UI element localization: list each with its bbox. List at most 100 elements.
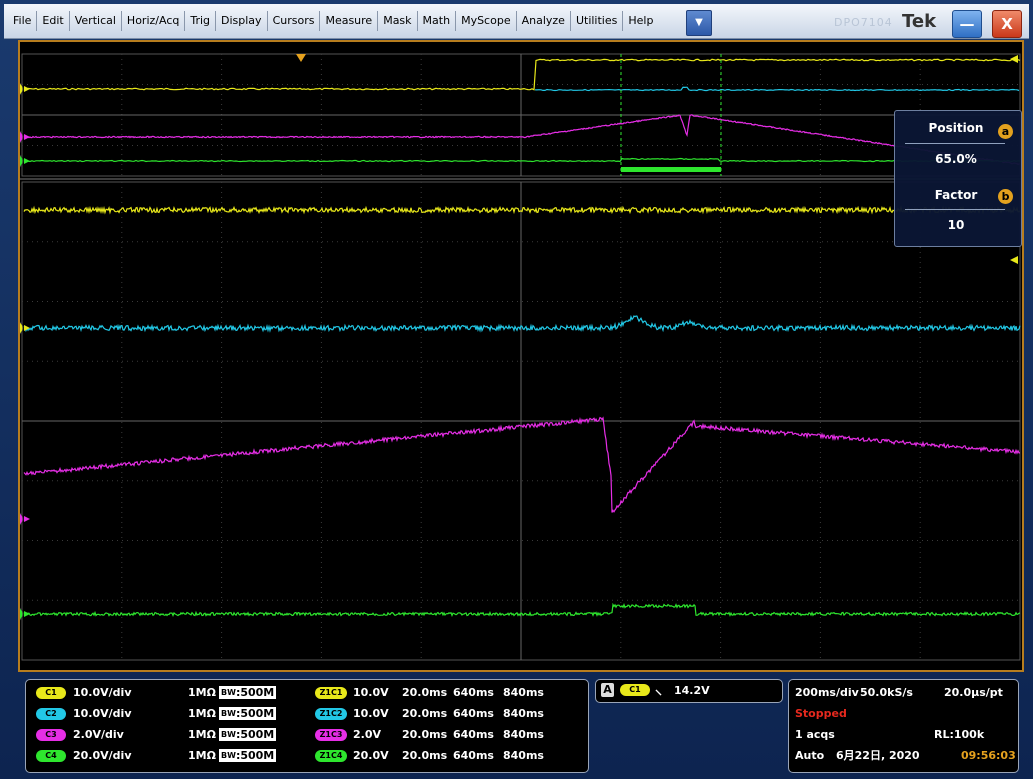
impedance: 1MΩ (188, 728, 216, 741)
channel-row[interactable]: C2 10.0V/div 1MΩ Z1C2 10.0V 20.0ms 640ms 840ms B… (26, 707, 586, 725)
ch3-marker-zoom-arrow (24, 516, 30, 522)
sample-rate: 50.0kS/s (860, 686, 913, 699)
zoom-time-3: 840ms (503, 728, 544, 741)
zoom-channel-badge: Z1C3 (315, 729, 347, 741)
acquisition-count: 1 acqs (795, 728, 835, 741)
falling-edge-icon: ⸜ (655, 682, 662, 698)
trace-ch1-zoom (23, 205, 1021, 215)
clock: 09:56:03 (961, 749, 1016, 762)
trigger-level: 14.2V (674, 684, 710, 697)
menu-analyze[interactable]: Analyze (517, 11, 571, 31)
menu: File Edit Vertical Horiz/Acq Trig Displa… (8, 4, 658, 38)
bw-value: :500M (235, 686, 275, 699)
bw-value: :500M (235, 707, 275, 720)
impedance: 1MΩ (188, 707, 216, 720)
waveform-display[interactable]: 134134 Position a 65.0% Factor b 10 (18, 40, 1024, 672)
ch3-marker-overview (20, 130, 24, 144)
ch1-marker-overview-arrow (24, 86, 30, 92)
zoom-control-panel[interactable]: Position a 65.0% Factor b 10 (894, 110, 1022, 247)
channel-row[interactable]: C4 20.0V/div 1MΩ Z1C4 20.0V 20.0ms 640ms 840ms B… (26, 749, 586, 767)
menu-display[interactable]: Display (216, 11, 268, 31)
trace-ch2-overview (534, 86, 1020, 92)
zoom-scale: 10.0V (353, 686, 389, 699)
menu-horiz-acq[interactable]: Horiz/Acq (122, 11, 186, 31)
volts-per-div: 2.0V/div (73, 728, 124, 741)
zoom-time-1: 20.0ms (402, 728, 448, 741)
zoom-time-2: 640ms (453, 728, 494, 741)
position-knob-a[interactable]: a (998, 124, 1013, 139)
zoom-channel-badge: Z1C1 (315, 687, 347, 699)
zoom-channel-badge: Z1C2 (315, 708, 347, 720)
menu-edit[interactable]: Edit (37, 11, 70, 31)
zoom-scale: 10.0V (353, 707, 389, 720)
trace-ch4-zoom (23, 602, 1021, 617)
ch1-marker-zoom (20, 321, 24, 335)
minimize-icon: — (959, 15, 975, 33)
bandwidth-limit: BW:500M (219, 707, 277, 720)
zoom-time-3: 840ms (503, 686, 544, 699)
impedance: 1MΩ (188, 749, 216, 762)
record-length: RL:100k (934, 728, 985, 741)
bw-w-glyph: W (227, 730, 236, 739)
menu-dropdown-button[interactable]: ▼ (686, 10, 712, 36)
channel-row[interactable]: C1 10.0V/div 1MΩ Z1C1 10.0V 20.0ms 640ms 840ms B… (26, 686, 586, 704)
channel-row[interactable]: C3 2.0V/div 1MΩ Z1C3 2.0V 20.0ms 640ms 840ms BW:… (26, 728, 586, 746)
factor-knob-b[interactable]: b (998, 189, 1013, 204)
ch3-marker-overview-arrow (24, 134, 30, 140)
menu-measure[interactable]: Measure (320, 11, 379, 31)
close-button[interactable]: X (992, 10, 1022, 38)
model-label: DPO7104 (834, 16, 893, 29)
ch4-marker-zoom (20, 607, 24, 621)
acquisition-state: Stopped (795, 707, 847, 720)
trigger-position-marker (296, 54, 306, 62)
channel-settings-panel: C1 10.0V/div 1MΩ Z1C1 10.0V 20.0ms 640ms 840ms B… (25, 679, 589, 773)
zoom-time-1: 20.0ms (402, 707, 448, 720)
position-value[interactable]: 65.0% (895, 152, 1017, 166)
menu-cursors[interactable]: Cursors (268, 11, 321, 31)
zoom-time-1: 20.0ms (402, 686, 448, 699)
menu-math[interactable]: Math (418, 11, 457, 31)
ch4-marker-overview-arrow (24, 158, 30, 164)
timebase: 200ms/div (795, 686, 859, 699)
channel-badge: C2 (36, 708, 66, 720)
menu-vertical[interactable]: Vertical (70, 11, 122, 31)
graticule (20, 53, 1022, 661)
oscilloscope-app: File Edit Vertical Horiz/Acq Trig Displa… (0, 0, 1033, 779)
trace-ch3-overview (23, 114, 1021, 166)
volts-per-div: 10.0V/div (73, 707, 132, 720)
bw-w-glyph: W (227, 688, 236, 697)
zoom-scale: 20.0V (353, 749, 389, 762)
zoom-time-2: 640ms (453, 749, 494, 762)
menu-file[interactable]: File (8, 11, 38, 31)
bandwidth-limit: BW:500M (219, 686, 277, 699)
bw-w-glyph: W (227, 751, 236, 760)
overlays: 134134 (20, 54, 1018, 621)
ch1-marker-zoom-arrow (24, 325, 30, 331)
trigger-source-badge: C1 (620, 684, 650, 696)
menu-mask[interactable]: Mask (378, 11, 418, 31)
menu-myscope[interactable]: MyScope (456, 11, 517, 31)
bw-value: :500M (235, 728, 275, 741)
menu-trig[interactable]: Trig (185, 11, 217, 31)
channel-badge: C4 (36, 750, 66, 762)
bw-w-glyph: W (227, 709, 236, 718)
bandwidth-limit: BW:500M (219, 749, 277, 762)
channel-badge: C3 (36, 729, 66, 741)
brand-logo: Tek (902, 11, 937, 32)
zoom-window-bar (621, 167, 721, 172)
minimize-button[interactable]: — (952, 10, 982, 38)
acquisition-panel[interactable]: 200ms/div 50.0kS/s 20.0μs/pt Stopped 1 a… (788, 679, 1019, 773)
menu-help[interactable]: Help (623, 11, 658, 31)
zoom-time-2: 640ms (453, 707, 494, 720)
date: 6月22日, 2020 (836, 749, 920, 762)
bandwidth-limit: BW:500M (219, 728, 277, 741)
volts-per-div: 10.0V/div (73, 686, 132, 699)
trigger-level-marker-zoom (1010, 256, 1018, 264)
ch4-marker-zoom-arrow (24, 611, 30, 617)
ch4-marker-overview (20, 154, 24, 168)
factor-value[interactable]: 10 (895, 218, 1017, 232)
menu-bar: File Edit Vertical Horiz/Acq Trig Displa… (4, 4, 1029, 39)
menu-utilities[interactable]: Utilities (571, 11, 624, 31)
zoom-time-3: 840ms (503, 749, 544, 762)
trigger-panel[interactable]: A C1 ⸜ 14.2V (595, 679, 783, 703)
